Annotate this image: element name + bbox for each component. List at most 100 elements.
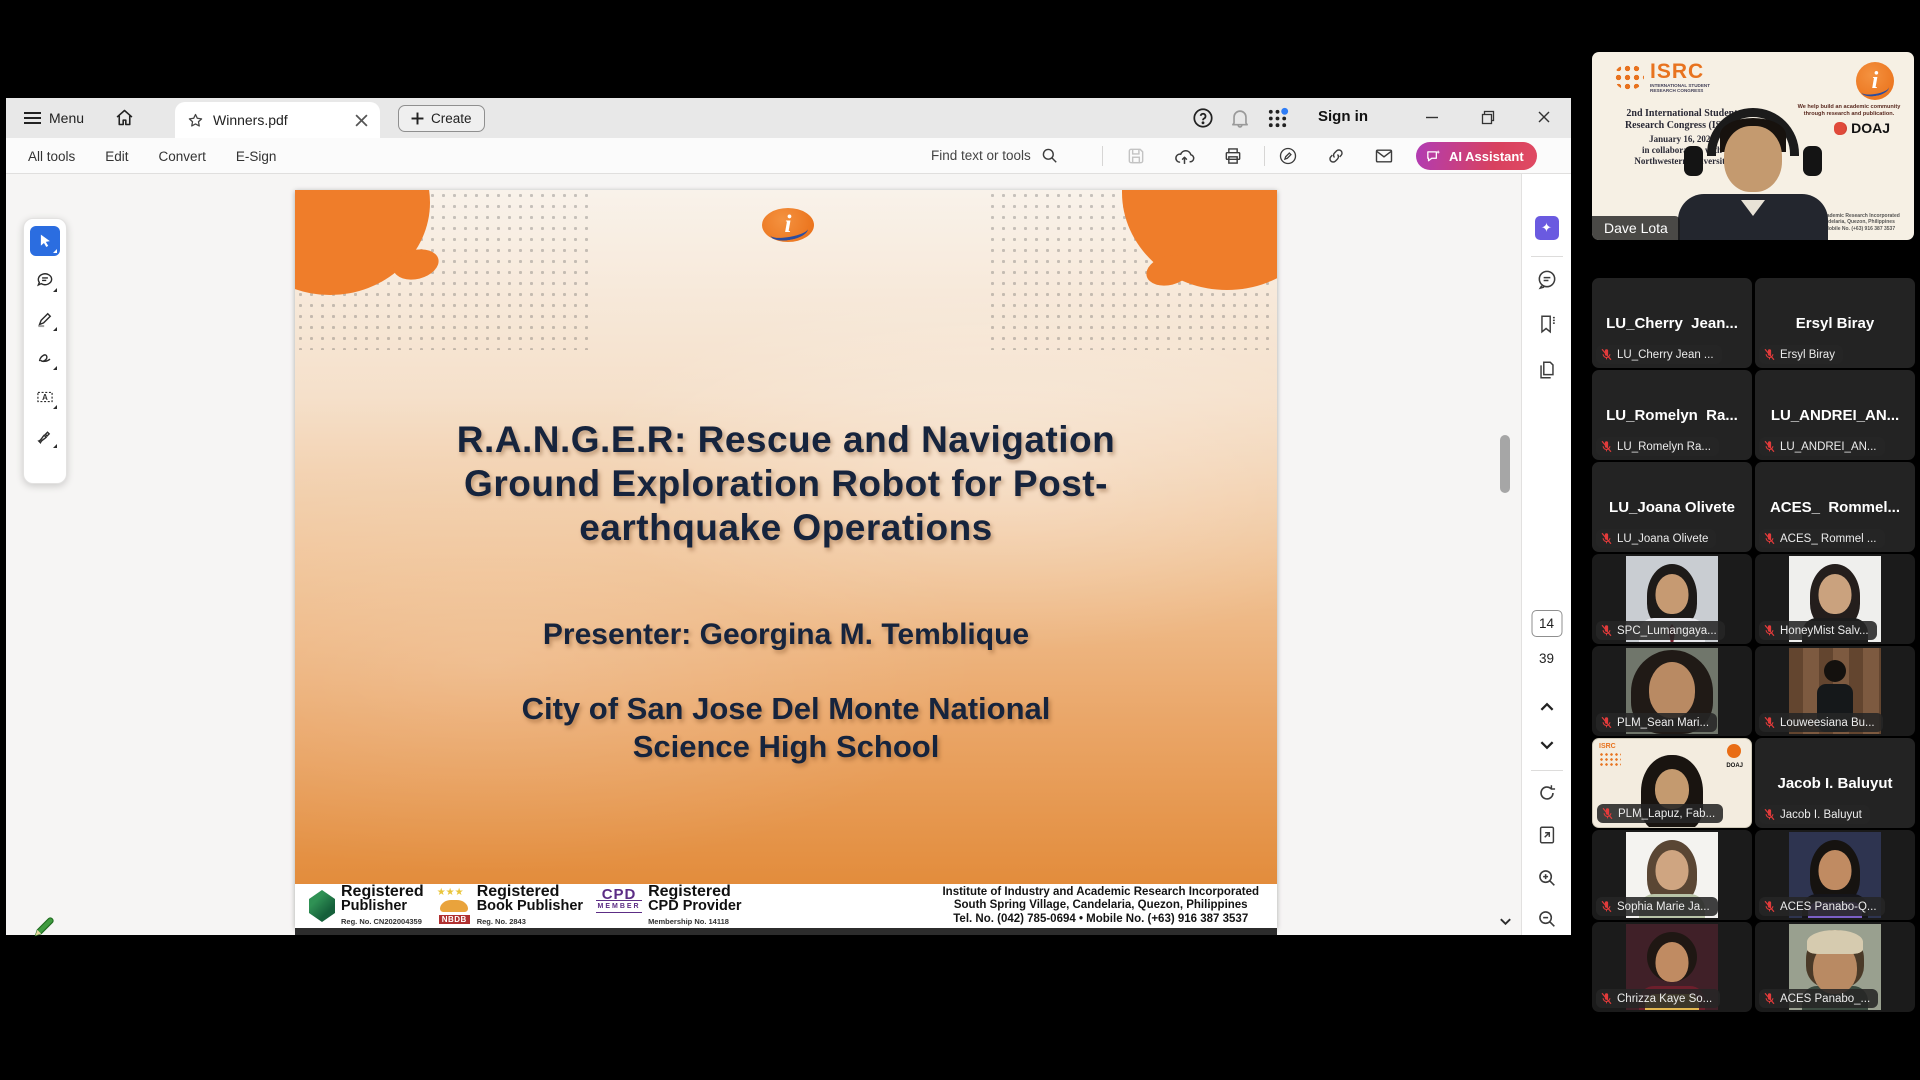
fit-page-button[interactable] — [1536, 824, 1558, 846]
print-button[interactable] — [1223, 146, 1243, 166]
participant-tile[interactable]: LU_Joana Olivete LU_Joana Olivete — [1592, 462, 1752, 552]
acrobat-window: Menu Winners.pdf Create Sign in — [6, 98, 1571, 935]
add-text-tool-button[interactable]: A — [30, 382, 60, 412]
mic-muted-icon — [1600, 624, 1613, 637]
participant-name-label: Louweesiana Bu... — [1759, 713, 1883, 732]
ai-assistant-button[interactable]: AI Assistant — [1416, 142, 1537, 170]
quick-edit-pencil-button[interactable] — [31, 913, 58, 940]
comments-panel-button[interactable] — [1535, 268, 1558, 291]
participant-tile[interactable]: Jacob I. Baluyut Jacob I. Baluyut — [1755, 738, 1915, 828]
participant-video-tile[interactable]: ISRC DOAJ PLM_Lapuz, Fab... — [1592, 738, 1752, 828]
window-restore-button[interactable] — [1480, 109, 1496, 125]
zoom-out-button[interactable] — [1536, 908, 1558, 930]
mic-muted-icon — [1600, 992, 1613, 1005]
toolbar-item-all-tools[interactable]: All tools — [28, 149, 75, 164]
bookmark-icon — [1536, 313, 1558, 335]
current-page-input[interactable]: 14 — [1531, 610, 1562, 637]
save-button[interactable] — [1126, 146, 1146, 166]
chevron-down-icon — [1498, 914, 1513, 929]
help-button[interactable] — [1192, 107, 1214, 129]
draw-tool-button[interactable] — [30, 343, 60, 373]
mic-muted-icon — [1600, 440, 1613, 453]
menu-button[interactable]: Menu — [24, 106, 84, 130]
next-page-button[interactable] — [1538, 736, 1556, 754]
participant-tile[interactable]: LU_Romelyn Ra... LU_Romelyn Ra... — [1592, 370, 1752, 460]
select-tool-button[interactable] — [30, 226, 60, 256]
toolbar-item-convert[interactable]: Convert — [159, 149, 206, 164]
highlight-tool-button[interactable] — [30, 304, 60, 334]
participant-tile[interactable]: ACES_ Rommel... ACES_ Rommel ... — [1755, 462, 1915, 552]
bookmarks-panel-button[interactable] — [1536, 313, 1558, 335]
participant-tile[interactable]: PLM_Sean Mari... — [1592, 646, 1752, 736]
mic-muted-icon — [1600, 532, 1613, 545]
tab-close-icon[interactable] — [355, 114, 368, 127]
host-person — [1658, 108, 1848, 240]
participant-tile[interactable]: LU_ANDREI_AN... LU_ANDREI_AN... — [1755, 370, 1915, 460]
fill-sign-tool-button[interactable] — [30, 421, 60, 451]
tab-bar: Menu Winners.pdf Create Sign in — [6, 98, 1571, 138]
participant-tile[interactable]: SPC_Lumangaya... — [1592, 554, 1752, 644]
cloud-upload-icon — [1174, 146, 1195, 167]
participant-tile[interactable]: ACES Panabo-Q... — [1755, 830, 1915, 920]
cpd-registered-provider-badge: CPD MEMBER Registered CPD Provider Membe… — [596, 884, 741, 929]
refresh-button[interactable] — [1536, 782, 1558, 804]
tab-title: Winners.pdf — [213, 112, 346, 128]
request-esign-button[interactable] — [1278, 146, 1298, 166]
toolbar-divider — [1102, 146, 1103, 166]
document-tab[interactable]: Winners.pdf — [175, 102, 380, 138]
page-thumbnails-button[interactable] — [1536, 359, 1558, 381]
iiari-logo: i — [1856, 62, 1894, 100]
plus-icon — [411, 112, 424, 125]
refresh-icon — [1536, 782, 1558, 804]
isrc-logo — [1614, 64, 1644, 90]
scrollbar-down-arrow[interactable] — [1498, 914, 1513, 929]
total-pages-label: 39 — [1539, 651, 1554, 666]
previous-page-button[interactable] — [1538, 698, 1556, 716]
green-pencil-icon — [31, 913, 58, 940]
right-tools-panel: ✦ 14 39 — [1521, 174, 1571, 935]
participant-tile[interactable]: Ersyl Biray Ersyl Biray — [1755, 278, 1915, 368]
toolbar-item-esign[interactable]: E-Sign — [236, 149, 277, 164]
notifications-button[interactable] — [1229, 107, 1251, 129]
participant-tile[interactable]: HoneyMist Salv... — [1755, 554, 1915, 644]
create-button[interactable]: Create — [398, 105, 485, 132]
mic-muted-icon — [1763, 348, 1776, 361]
mic-muted-icon — [1763, 624, 1776, 637]
zoom-in-button[interactable] — [1536, 867, 1558, 889]
host-video-tile[interactable]: ISRC INTERNATIONAL STUDENT RESEARCH CONG… — [1592, 52, 1914, 240]
window-close-button[interactable] — [1536, 109, 1552, 125]
participant-name-label: PLM_Lapuz, Fab... — [1597, 804, 1723, 823]
participant-tile[interactable]: LU_Cherry Jean... LU_Cherry Jean ... — [1592, 278, 1752, 368]
participant-tile[interactable]: Sophia Marie Ja... — [1592, 830, 1752, 920]
participant-name-label: HoneyMist Salv... — [1759, 621, 1877, 640]
home-button[interactable] — [114, 107, 135, 128]
participant-tile[interactable]: Louweesiana Bu... — [1755, 646, 1915, 736]
scrollbar-thumb[interactable] — [1500, 435, 1510, 493]
participant-name-label: Sophia Marie Ja... — [1596, 897, 1718, 916]
nbdb-logo: ★★★ NBDB — [437, 890, 471, 922]
generative-summary-button[interactable]: ✦ — [1535, 216, 1559, 240]
toolbar-item-edit[interactable]: Edit — [105, 149, 128, 164]
participant-name-label: LU_Cherry Jean ... — [1596, 345, 1722, 364]
participant-tile[interactable]: Chrizza Kaye So... — [1592, 922, 1752, 1012]
apps-grid-button[interactable] — [1266, 107, 1289, 130]
isrc-mini-dots — [1599, 752, 1621, 766]
participant-tile[interactable]: ACES Panabo_... — [1755, 922, 1915, 1012]
participant-name-label: Chrizza Kaye So... — [1596, 989, 1720, 1008]
printer-icon — [1223, 146, 1243, 166]
share-upload-button[interactable] — [1174, 146, 1195, 167]
participant-name-label: LU_Romelyn Ra... — [1596, 437, 1719, 456]
participant-name-label: ACES Panabo-Q... — [1759, 897, 1885, 916]
comment-tool-button[interactable] — [30, 265, 60, 295]
favorite-star-icon[interactable] — [187, 112, 204, 129]
sign-in-button[interactable]: Sign in — [1318, 108, 1368, 125]
sec-logo — [309, 890, 335, 922]
draw-loop-icon — [35, 348, 55, 368]
email-button[interactable] — [1374, 146, 1394, 166]
cpd-logo: CPD MEMBER — [596, 889, 642, 923]
find-text-button[interactable]: Find text or tools — [931, 138, 1059, 173]
participant-name-label: ACES_ Rommel ... — [1759, 529, 1885, 548]
window-minimize-button[interactable] — [1424, 109, 1440, 125]
share-link-button[interactable] — [1326, 146, 1346, 166]
participant-name-label: ACES Panabo_... — [1759, 989, 1878, 1008]
